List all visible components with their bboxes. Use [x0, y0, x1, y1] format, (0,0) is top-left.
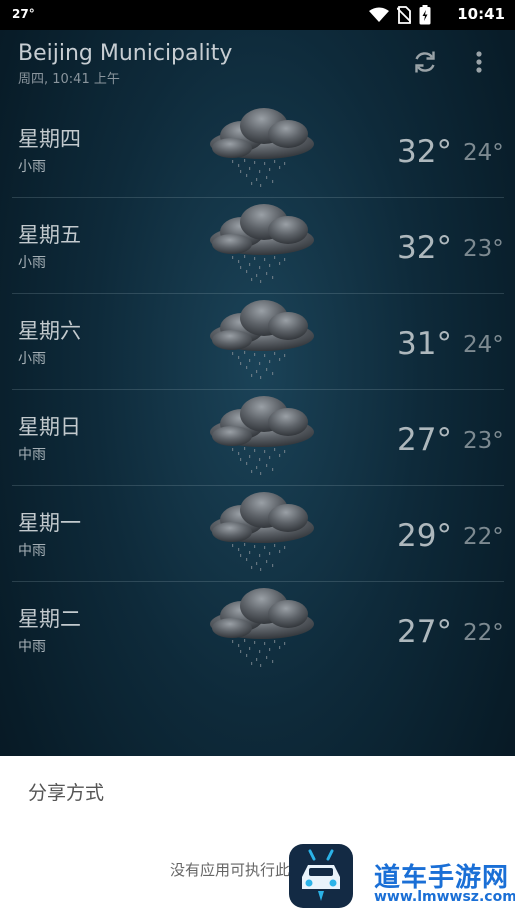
forecast-day: 星期四 — [18, 127, 81, 151]
forecast-day: 星期六 — [18, 319, 81, 343]
forecast-day: 星期二 — [18, 607, 81, 631]
more-vert-icon[interactable] — [466, 47, 492, 77]
forecast-high: 27° — [397, 614, 452, 650]
rain-cloud-icon — [202, 296, 322, 386]
rain-cloud-icon — [202, 200, 322, 290]
forecast-high: 32° — [397, 230, 452, 266]
forecast-low: 24° — [463, 140, 504, 166]
forecast-condition: 中雨 — [18, 447, 46, 463]
rain-cloud-icon — [202, 392, 322, 482]
forecast-low: 24° — [463, 332, 504, 358]
forecast-condition: 中雨 — [18, 639, 46, 655]
forecast-row[interactable]: 星期一 中雨 29° 22° — [12, 486, 504, 582]
rain-cloud-icon — [202, 104, 322, 194]
forecast-row[interactable]: 星期二 中雨 27° 22° — [12, 582, 504, 678]
forecast-row[interactable]: 星期四 小雨 32° 24° — [12, 102, 504, 198]
wifi-icon — [369, 7, 389, 22]
forecast-condition: 小雨 — [18, 351, 46, 367]
forecast-row[interactable]: 星期六 小雨 31° 24° — [12, 294, 504, 390]
forecast-low: 22° — [463, 524, 504, 550]
rain-cloud-icon — [202, 488, 322, 578]
status-temperature: 27° — [12, 7, 35, 21]
watermark-logo — [289, 844, 353, 908]
no-sim-icon — [397, 6, 411, 24]
forecast-condition: 小雨 — [18, 159, 46, 175]
status-time: 10:41 — [457, 5, 505, 23]
weather-app-screen: 27° 10:41 Beijing Municipality 周四, 10:41… — [0, 0, 515, 915]
forecast-condition: 小雨 — [18, 255, 46, 271]
rain-cloud-icon — [202, 584, 322, 674]
forecast-row[interactable]: 星期日 中雨 27° 23° — [12, 390, 504, 486]
forecast-row[interactable]: 星期五 小雨 32° 23° — [12, 198, 504, 294]
forecast-high: 27° — [397, 422, 452, 458]
forecast-day: 星期一 — [18, 511, 81, 535]
forecast-high: 29° — [397, 518, 452, 554]
battery-charging-icon — [419, 5, 431, 25]
forecast-low: 23° — [463, 236, 504, 262]
status-icons — [369, 4, 431, 26]
forecast-day: 星期五 — [18, 223, 81, 247]
forecast-high: 31° — [397, 326, 452, 362]
forecast-high: 32° — [397, 134, 452, 170]
share-sheet-message: 没有应用可执行此 — [170, 861, 291, 879]
app-header: Beijing Municipality 周四, 10:41 上午 — [0, 30, 515, 92]
watermark-url: www.lmwwsz.com — [374, 889, 515, 905]
forecast-low: 23° — [463, 428, 504, 454]
refresh-icon[interactable] — [410, 47, 440, 77]
forecast-condition: 中雨 — [18, 543, 46, 559]
forecast-low: 22° — [463, 620, 504, 646]
last-updated: 周四, 10:41 上午 — [18, 72, 120, 87]
forecast-day: 星期日 — [18, 415, 81, 439]
city-name: Beijing Municipality — [18, 41, 233, 66]
status-bar: 27° 10:41 — [0, 0, 515, 30]
share-sheet-title: 分享方式 — [28, 782, 105, 804]
